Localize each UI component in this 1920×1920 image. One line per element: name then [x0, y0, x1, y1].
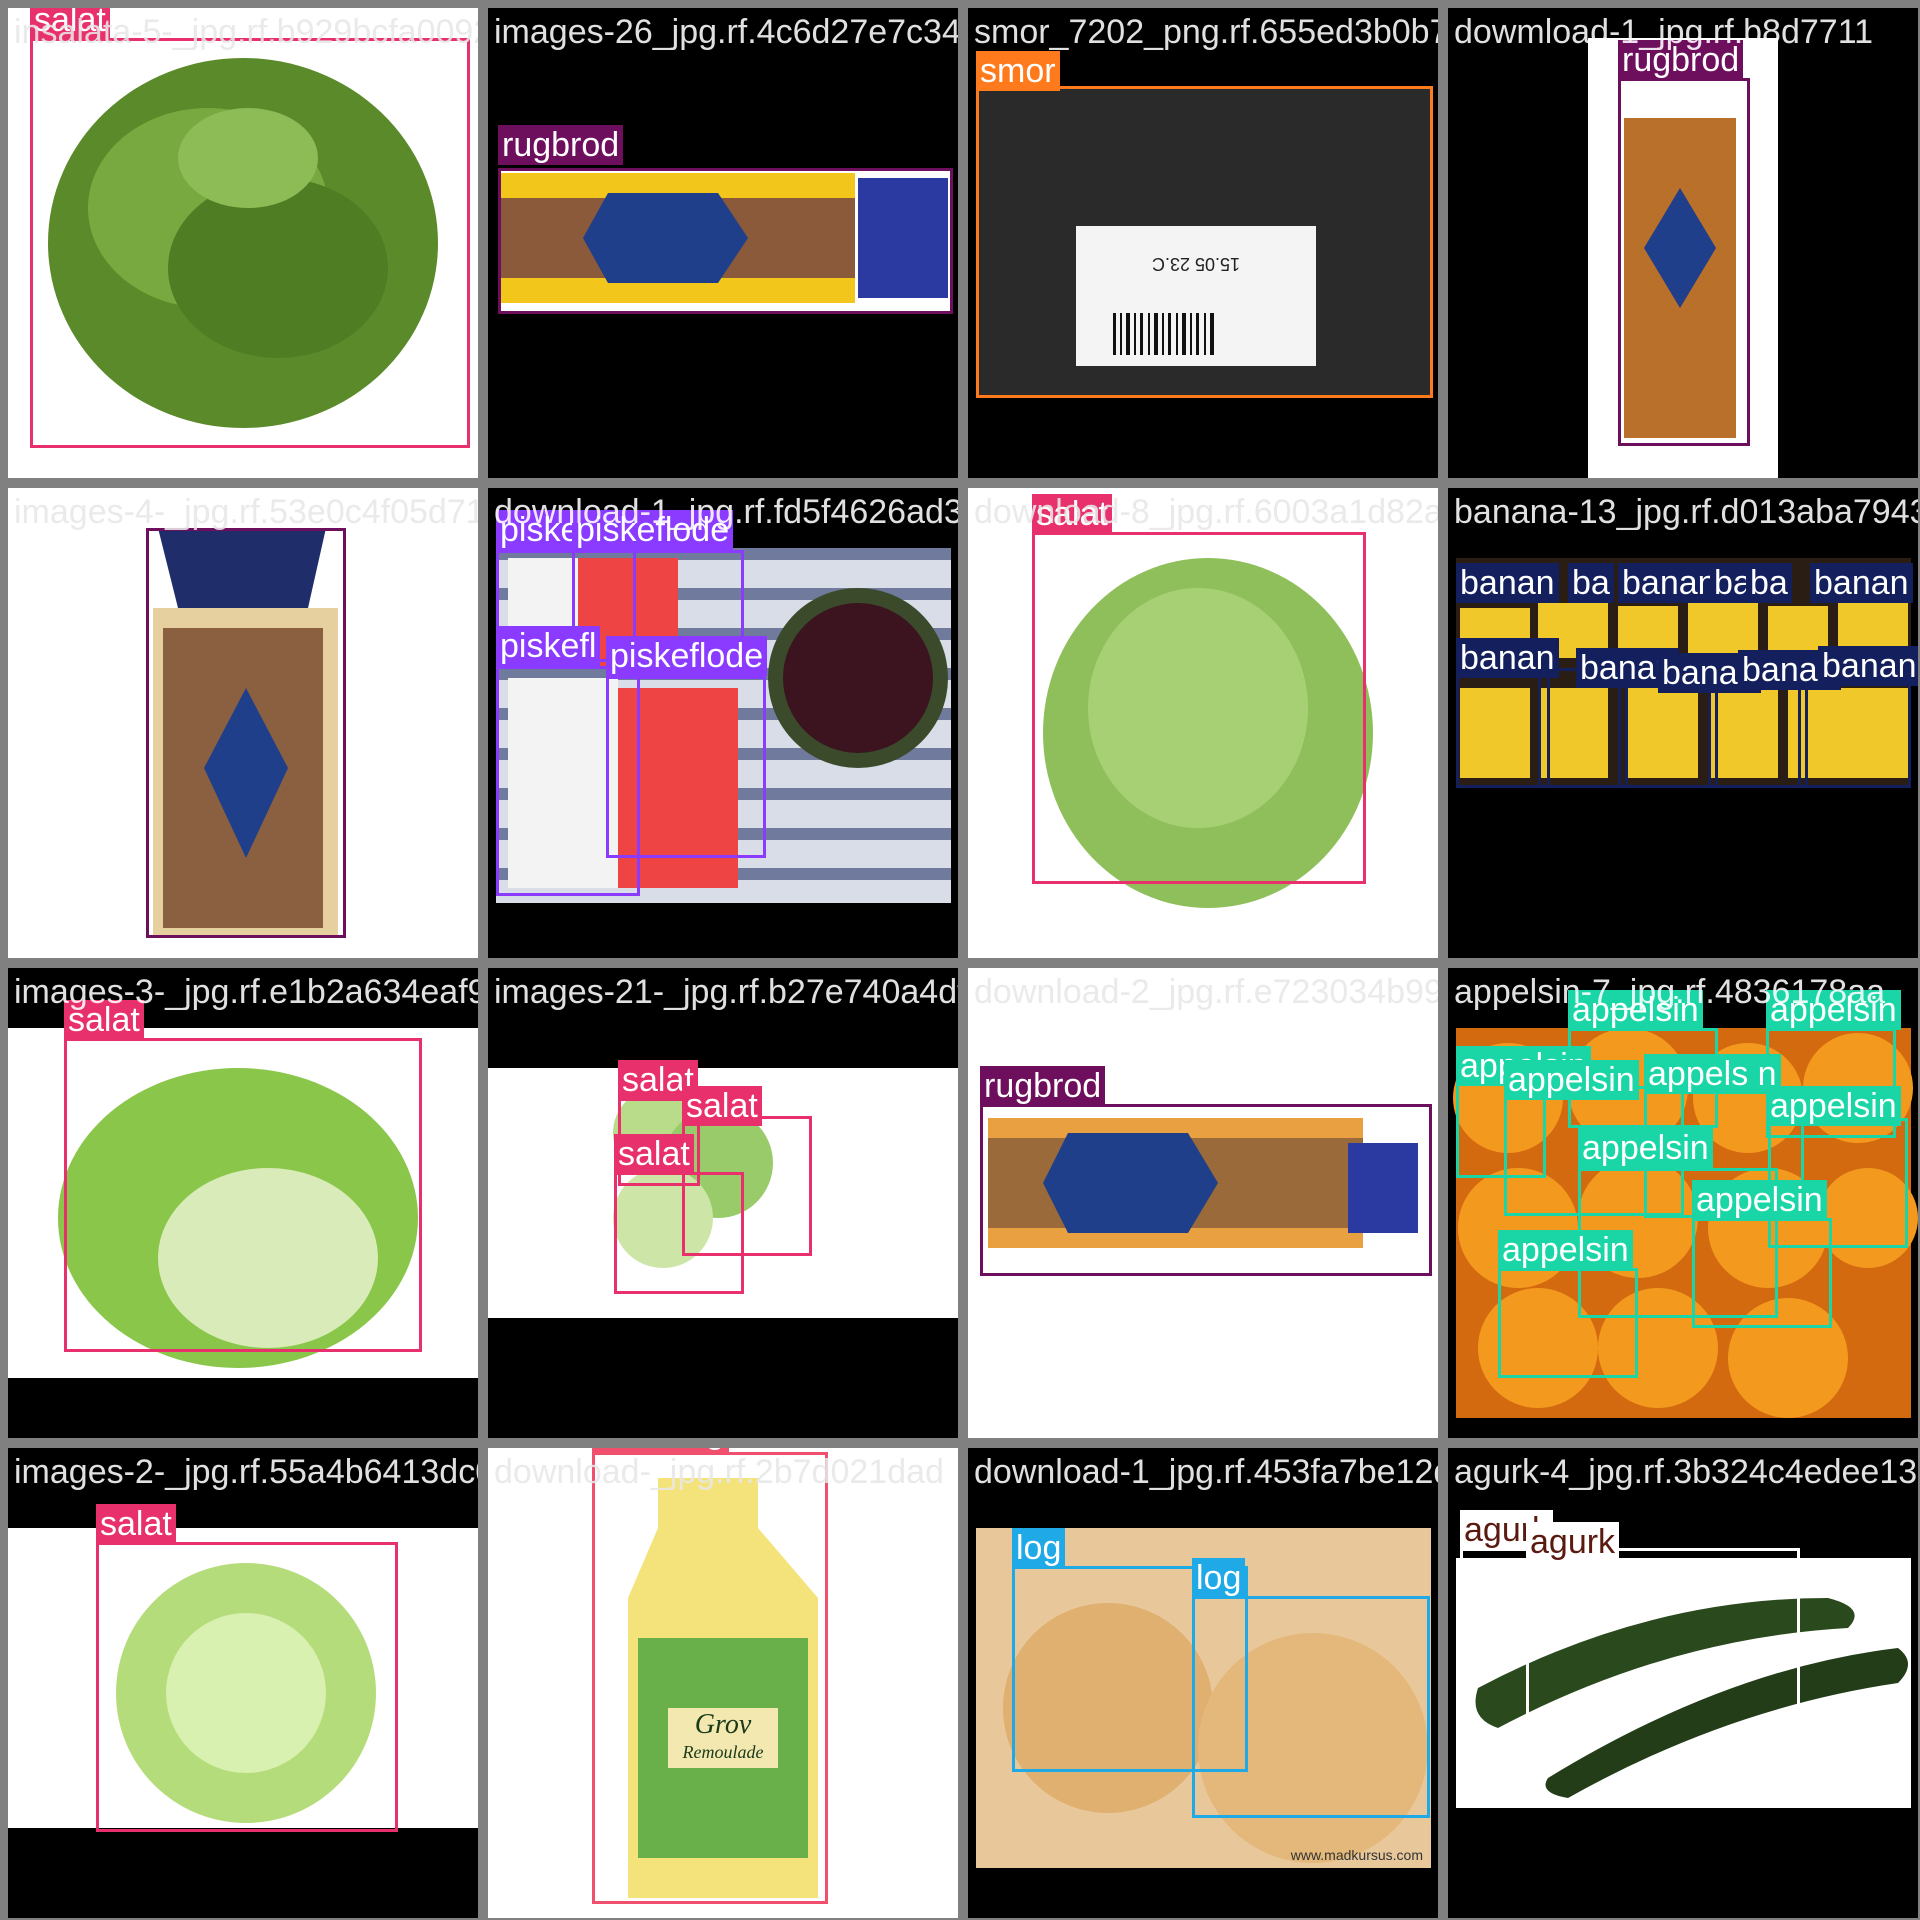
bbox-label: piskeflode — [606, 636, 768, 676]
bbox-salat — [64, 1038, 422, 1352]
tile-filename: images-21-_jpg.rf.b27e740a4df0e9f2a3a189… — [494, 973, 958, 1011]
bbox-dressing — [592, 1452, 828, 1904]
bbox-rugbrod — [146, 528, 346, 938]
tile-10: salat salat salat images-21-_jpg.rf.b27e… — [488, 968, 958, 1438]
tile-9: salat images-3-_jpg.rf.e1b2a634eaf9238c2… — [8, 968, 478, 1438]
tile-3: 15.05 23.C smor smor_7202_png.rf.655ed3b… — [968, 8, 1438, 478]
tile-12: appelsin appelsin appelsin appelsin appe… — [1448, 968, 1918, 1438]
bbox-label: smor — [976, 51, 1060, 91]
bbox-label: banan — [1818, 646, 1918, 686]
bbox-salat — [1032, 532, 1366, 884]
tile-filename: download-1_jpg.rf.fd5f4626ad30dd8b — [494, 493, 958, 531]
tile-filename: download-2_jpg.rf.e723034b99a6d5eff1095 — [974, 973, 1438, 1011]
tile-15: www.madkursus.com log log download-1_jpg… — [968, 1448, 1438, 1918]
bbox-label: rugbrod — [980, 1066, 1106, 1106]
bbox-agurk — [1526, 1560, 1911, 1808]
bbox-salat — [614, 1172, 744, 1294]
bbox-label: banan — [1618, 563, 1721, 603]
tile-1: salat insalata-5-_jpg.rf.b929bcfa00928a5… — [8, 8, 478, 478]
mosaic-grid: salat insalata-5-_jpg.rf.b929bcfa00928a5… — [0, 0, 1920, 1920]
watermark-text: www.madkursus.com — [1290, 1847, 1423, 1863]
tile-filename: insalata-5-_jpg.rf.b929bcfa00928a5e2660b… — [14, 13, 478, 51]
bbox-piskeflode — [606, 676, 766, 858]
bbox-label: appelsin — [1766, 1086, 1901, 1126]
bbox-label: appelsin — [1692, 1180, 1827, 1220]
tile-16: agurk agurk agurk-4_jpg.rf.3b324c4edee13 — [1448, 1448, 1918, 1918]
tile-filename: images-2-_jpg.rf.55a4b6413dc0cb9adbc2b7d… — [14, 1453, 478, 1491]
bbox-label: piskefl — [496, 626, 601, 666]
bbox-label: log — [1012, 1528, 1066, 1568]
tile-filename: appelsin-7_jpg.rf.4836178aa — [1454, 973, 1886, 1011]
tile-filename: dowmload-1_jpg.rf.b8d7711 — [1454, 13, 1873, 51]
bbox-label: agurk — [1526, 1522, 1620, 1562]
tile-2: rugbrod images-26_jpg.rf.4c6d27e7c34b0d7… — [488, 8, 958, 478]
bbox-rugbrod — [498, 168, 953, 314]
bbox-salat — [96, 1542, 398, 1832]
bbox-label: salat — [682, 1086, 762, 1126]
bbox-label: appelsin — [1504, 1060, 1639, 1100]
tile-6: piske piskeflode piskefl piskeflode down… — [488, 488, 958, 958]
bbox-log — [1192, 1596, 1430, 1818]
bbox-label: ba — [1746, 563, 1792, 603]
tile-7: salat download-8_jpg.rf.6003a1d82a5ae23b… — [968, 488, 1438, 958]
tile-filename: images-4-_jpg.rf.53e0c4f05d71af0b5f285 — [14, 493, 478, 531]
bbox-banan — [1456, 668, 1550, 788]
tile-13: salat images-2-_jpg.rf.55a4b6413dc0cb9ad… — [8, 1448, 478, 1918]
tile-filename: download-1_jpg.rf.453fa7be12dc5931b68 — [974, 1453, 1438, 1491]
tile-filename: images-3-_jpg.rf.e1b2a634eaf9238c21cf04 — [14, 973, 478, 1011]
bbox-label: salat — [614, 1134, 694, 1174]
bbox-rugbrod — [980, 1104, 1432, 1276]
bbox-label: appelsin — [1498, 1230, 1633, 1270]
tile-filename: images-26_jpg.rf.4c6d27e7c34b0d7b22b6ba — [494, 13, 958, 51]
tile-filename: download-8_jpg.rf.6003a1d82a5ae23bfe3f — [974, 493, 1438, 531]
bbox-label: salat — [96, 1504, 176, 1544]
tile-filename: agurk-4_jpg.rf.3b324c4edee13 — [1454, 1453, 1918, 1491]
bbox-label: banan — [1456, 638, 1559, 678]
bbox-label: log — [1192, 1558, 1246, 1598]
bbox-label: banan — [1810, 563, 1913, 603]
bbox-smor — [976, 86, 1433, 398]
bbox-label: ba — [1568, 563, 1614, 603]
tile-4: rugbrod dowmload-1_jpg.rf.b8d7711 — [1448, 8, 1918, 478]
bbox-label: appels n — [1644, 1054, 1781, 1094]
tile-11: rugbrod download-2_jpg.rf.e723034b99a6d5… — [968, 968, 1438, 1438]
bbox-appelsin — [1498, 1268, 1638, 1378]
tile-5: rugbrod images-4-_jpg.rf.53e0c4f05d71af0… — [8, 488, 478, 958]
tile-14: Grov Remoulade dressing download-_jpg.rf… — [488, 1448, 958, 1918]
bbox-rugbrod — [1618, 78, 1750, 446]
tile-filename: smor_7202_png.rf.655ed3b0b7038afb16eb1 — [974, 13, 1438, 51]
tile-filename: banana-13_jpg.rf.d013aba7943 — [1454, 493, 1918, 531]
bbox-salat — [30, 38, 470, 448]
bbox-label: rugbrod — [498, 125, 624, 165]
bbox-label: banan — [1456, 563, 1559, 603]
bbox-label: appelsin — [1578, 1128, 1713, 1168]
tile-filename: download-_jpg.rf.2b7d021dad — [494, 1453, 944, 1491]
bbox-appelsin — [1692, 1218, 1832, 1328]
tile-8: banan ba banan ba ba banan banan banan b… — [1448, 488, 1918, 958]
